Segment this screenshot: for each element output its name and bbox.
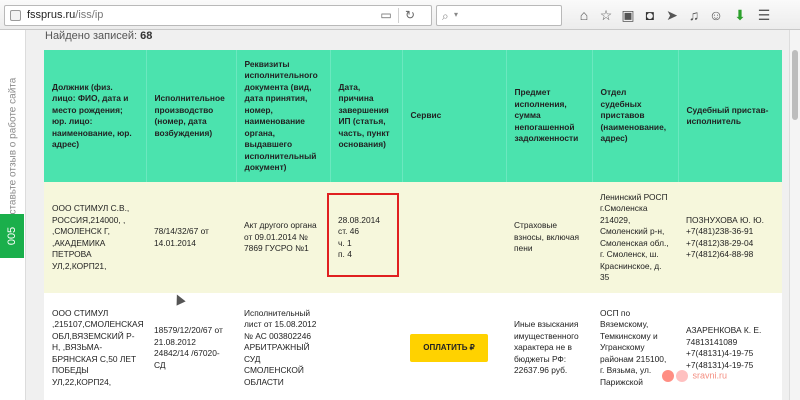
- cell-bailiff: АЗАРЕНКОВА К. Е. 74813141089 +7(48131)4-…: [678, 293, 782, 400]
- pocket-icon[interactable]: ◘: [641, 6, 659, 24]
- bailiff-name: ПОЗНУХОВА Ю. Ю.: [686, 214, 764, 225]
- watermark-text: sravni.ru: [692, 370, 728, 381]
- side-tab[interactable]: 005: [0, 214, 24, 258]
- cell-debtor: ООО СТИМУЛ С.В., РОССИЯ,214000, , ,СМОЛЕ…: [44, 182, 146, 293]
- bell-icon[interactable]: ♫: [685, 6, 703, 24]
- feedback-link[interactable]: Оставьте отзыв о работе сайта: [8, 78, 19, 223]
- home-icon[interactable]: ⌂: [575, 6, 593, 24]
- header-document: Реквизиты исполнительного документа (вид…: [236, 50, 331, 182]
- search-icon: ⌕: [442, 9, 449, 23]
- logo-dot-icon: [676, 370, 688, 382]
- cell-document: Акт другого органа от 09.01.2014 № 7869 …: [236, 182, 330, 293]
- page-content: Оставьте отзыв о работе сайта 005 Найден…: [0, 30, 789, 400]
- scrollbar-thumb[interactable]: [792, 50, 798, 120]
- left-sidebar: Оставьте отзыв о работе сайта 005: [0, 30, 26, 400]
- cell-document: Исполнительный лист от 15.08.2012 № АС 0…: [236, 293, 330, 400]
- table-row: ООО СТИМУЛ С.В., РОССИЯ,214000, , ,СМОЛЕ…: [44, 182, 782, 293]
- bailiff-phone: +7(481)238-36-91: [686, 226, 754, 236]
- header-bailiff: Судебный пристав-исполнитель: [678, 50, 782, 182]
- url-host: fssprus.ru: [27, 9, 76, 21]
- cell-bailiff: ПОЗНУХОВА Ю. Ю. +7(481)238-36-91 +7(4812…: [678, 182, 782, 293]
- bailiff-phone: +7(4812)64-88-98: [686, 249, 754, 259]
- cell-subject: Страховые взносы, включая пени: [506, 182, 592, 293]
- header-subject: Предмет исполнения, сумма непогашенной з…: [506, 50, 593, 182]
- header-debtor: Должник (физ. лицо: ФИО, дата и место ро…: [44, 50, 147, 182]
- user-icon[interactable]: ☺: [707, 6, 725, 24]
- star-icon[interactable]: ☆: [597, 6, 615, 24]
- page-scrollbar[interactable]: [789, 30, 800, 400]
- header-department: Отдел судебных приставов (наименование, …: [592, 50, 679, 182]
- highlight-annotation: [327, 193, 399, 277]
- cell-completion: [330, 293, 402, 400]
- pay-button[interactable]: ОПЛАТИТЬ ₽: [410, 334, 488, 362]
- search-engine-dropdown-icon[interactable]: ▾: [454, 10, 458, 19]
- cell-service: [402, 182, 506, 293]
- header-completion: Дата, причина завершения ИП (статья, час…: [330, 50, 403, 182]
- header-proceeding: Исполнительное производство (номер, дата…: [146, 50, 237, 182]
- bailiff-phone: +7(48131)4-19-75: [686, 348, 754, 358]
- download-icon[interactable]: ⬇: [731, 6, 749, 24]
- bailiff-name: АЗАРЕНКОВА К. Е.: [686, 325, 762, 335]
- url-path: /iss/ip: [75, 9, 104, 21]
- cell-department: Ленинский РОСП г.Смоленска 214029, Смоле…: [592, 182, 678, 293]
- cell-debtor: ООО СТИМУЛ ,215107,СМОЛЕНСКАЯ ОБЛ,ВЯЗЕМС…: [44, 293, 146, 400]
- cell-proceeding: 78/14/32/67 от 14.01.2014: [146, 182, 236, 293]
- bailiff-phone: +7(4812)38-29-04: [686, 237, 754, 248]
- clipboard-icon[interactable]: ▣: [619, 6, 637, 24]
- browser-toolbar: fssprus.ru/iss/ip ▭ ↻ ⌕ ▾ ⌂ ☆ ▣ ◘ ➤ ♫ ☺ …: [0, 0, 800, 30]
- results-count: Найдено записей: 68: [45, 30, 152, 42]
- search-bar[interactable]: ⌕ ▾: [436, 5, 562, 26]
- side-tab-label: 005: [6, 226, 18, 246]
- send-icon[interactable]: ➤: [663, 6, 681, 24]
- results-count-value: 68: [140, 30, 153, 42]
- cell-proceeding: 18579/12/20/67 от 21.08.2012 24842/14 /6…: [146, 293, 236, 400]
- cell-subject: Иные взыскания имущественного характера …: [506, 293, 592, 400]
- reload-icon[interactable]: ↻: [401, 7, 419, 24]
- table-row: ООО СТИМУЛ ,215107,СМОЛЕНСКАЯ ОБЛ,ВЯЗЕМС…: [44, 293, 782, 400]
- site-info-icon[interactable]: [10, 10, 21, 21]
- cell-service: ОПЛАТИТЬ ₽: [402, 293, 506, 400]
- address-bar[interactable]: fssprus.ru/iss/ip ▭ ↻: [4, 5, 432, 26]
- cell-department: ОСП по Вяземскому, Темкинскому и Угранск…: [592, 293, 678, 400]
- results-count-label: Найдено записей:: [45, 30, 138, 42]
- table-header-row: Должник (физ. лицо: ФИО, дата и место ро…: [44, 50, 782, 182]
- reader-view-icon[interactable]: ▭: [377, 7, 395, 24]
- logo-dot-icon: [662, 370, 674, 382]
- enforcement-table: Должник (физ. лицо: ФИО, дата и место ро…: [44, 50, 782, 400]
- bailiff-phone: 74813141089: [686, 336, 738, 347]
- menu-icon[interactable]: ☰: [755, 6, 773, 24]
- header-service: Сервис: [402, 50, 507, 182]
- watermark: sravni.ru: [662, 370, 727, 382]
